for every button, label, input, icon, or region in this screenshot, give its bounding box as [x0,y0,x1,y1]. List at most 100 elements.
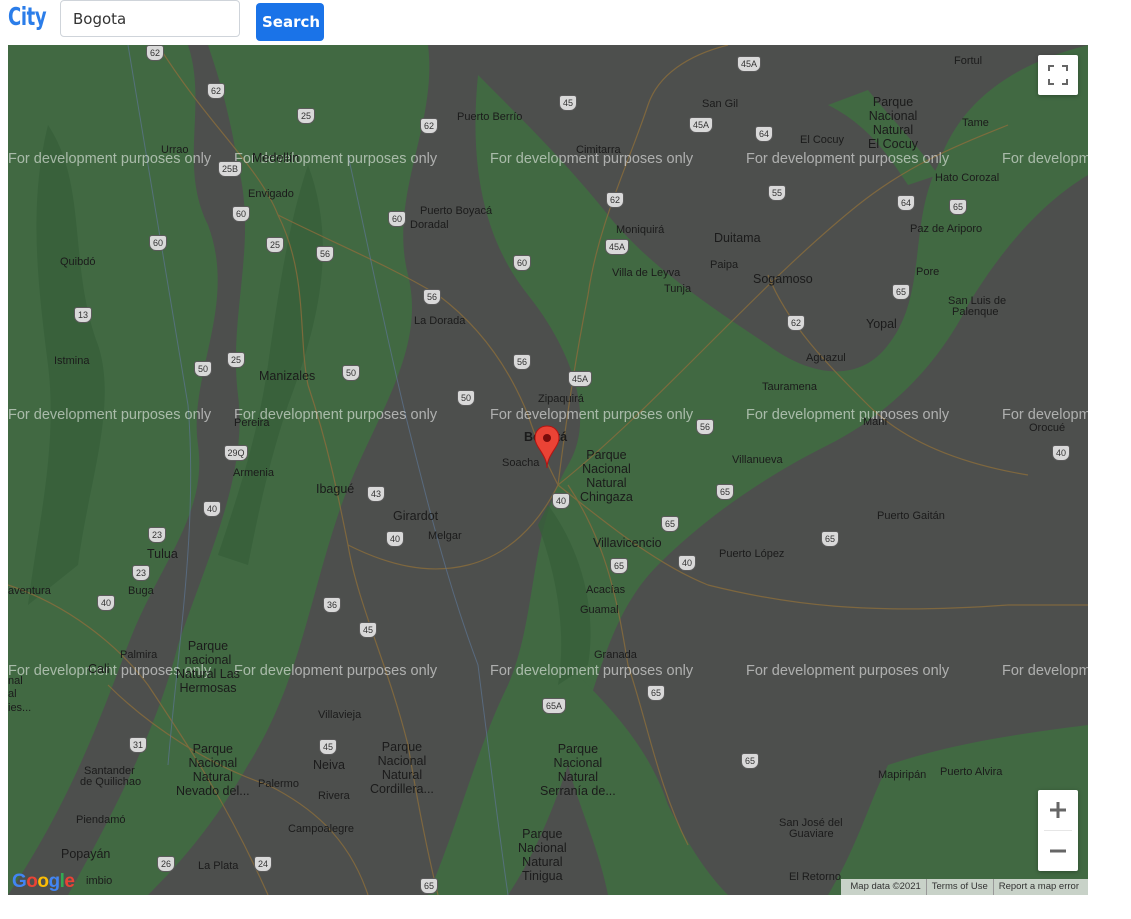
watermark: For development purposes only [1002,151,1088,167]
place-label: Ibagué [316,482,355,496]
place-label: ies... [8,702,32,714]
highway-shield: 62 [420,118,438,134]
highway-shield: 40 [203,501,221,517]
highway-shield: 62 [146,45,164,61]
place-label: Girardot [393,509,439,523]
place-label: Yopal [866,317,897,331]
highway-shield: 25 [297,108,315,124]
highway-shield: 50 [194,361,212,377]
highway-shield: 45 [559,95,577,111]
highway-shield: 65 [610,558,628,574]
highway-shield: 25 [227,352,245,368]
highway-shield: 60 [232,206,250,222]
highway-shield: 62 [606,192,624,208]
place-label: Piendamó [76,814,126,826]
zoom-in-button[interactable] [1038,790,1078,830]
place-label: Cali [88,662,110,676]
highway-shield: 65 [647,685,665,701]
highway-shield: 45A [605,239,629,255]
place-label: La Plata [198,860,239,872]
place-label: Zipaquirá [538,393,584,405]
highway-shield: 65 [716,484,734,500]
place-label: Buga [128,585,154,597]
highway-shield: 65 [892,284,910,300]
place-label: Moniquirá [616,224,665,236]
highway-shield: 65 [420,878,438,894]
place-label: El Retorno [789,871,841,883]
park-label: Parque nacional Natural Las Hermosas [176,639,240,695]
highway-shield: 45 [319,739,337,755]
report-error-link[interactable]: Report a map error [994,879,1084,895]
place-label: Manizales [259,369,316,383]
map-viewport[interactable]: For development purposes only For develo… [8,45,1088,895]
place-label: Acacías [586,584,626,596]
place-label: San Gil [702,98,739,110]
place-label: Cimitarra [576,144,621,156]
place-label: Envigado [248,188,294,200]
watermark: For development purposes only [746,663,950,679]
highway-shield: 65 [661,516,679,532]
highway-shield: 50 [457,390,475,406]
highway-shield: 24 [254,856,272,872]
watermark: For development purposes only [746,151,950,167]
highway-shield: 13 [74,307,92,323]
place-label: Puerto Berrío [457,111,523,123]
fullscreen-button[interactable] [1038,55,1078,95]
highway-shield: 56 [513,354,531,370]
place-label: Istmina [54,355,90,367]
place-label: Doradal [410,219,449,231]
place-label: Villavicencio [593,536,662,550]
place-label: Pereira [234,417,270,429]
place-label: Orocué [1029,422,1066,434]
highway-shield: 60 [513,255,531,271]
place-label: Mapiripán [878,769,927,781]
highway-shield: 26 [157,856,175,872]
highway-shield: 56 [316,246,334,262]
place-label: Paipa [710,259,739,271]
place-label: Paz de Ariporo [910,223,983,235]
search-bar: City Search [0,0,1131,44]
terms-link[interactable]: Terms of Use [927,879,994,895]
city-label: City [8,2,47,31]
place-label: Villavieja [318,709,362,721]
location-marker-icon[interactable] [534,425,560,469]
watermark: For development purposes only [490,407,694,423]
place-label: Aguazul [806,352,846,364]
highway-shield: 56 [696,419,714,435]
highway-shield: 45A [689,117,713,133]
highway-shield: 45 [359,622,377,638]
highway-shield: 60 [149,235,167,251]
watermark: For development purposes only [1002,663,1088,679]
plus-icon [1050,802,1066,818]
place-label: Sogamoso [753,272,813,286]
place-label: Popayán [61,847,111,861]
place-label: aventura [8,585,51,597]
park-label: Parque Nacional Natural Chingaza [580,448,633,504]
place-label: El Cocuy [800,134,845,146]
highway-shield: 64 [755,126,773,142]
watermark: For development purposes only [1002,407,1088,423]
highway-shield: 36 [323,597,341,613]
zoom-out-button[interactable] [1038,831,1078,871]
search-button[interactable]: Search [256,3,324,41]
highway-shield: 60 [388,211,406,227]
highway-shield: 56 [423,289,441,305]
highway-shield: 25B [218,161,242,177]
place-label: Neiva [313,758,345,772]
place-label: Granada [594,649,637,661]
place-label: Puerto Boyacá [420,205,493,217]
highway-shield: 65 [949,199,967,215]
city-input[interactable] [60,0,240,37]
watermark: For development purposes only [8,407,212,423]
minus-icon [1050,849,1066,853]
place-label: Rivera [318,790,350,802]
map-data-text: Map data ©2021 [845,879,927,895]
place-label: Tunja [664,283,692,295]
place-label: Villanueva [732,454,783,466]
highway-shield: 64 [897,195,915,211]
place-label: La Dorada [414,315,466,327]
fullscreen-icon [1048,65,1068,85]
watermark: For development purposes only [234,663,438,679]
place-label: Armenia [233,467,274,479]
place-label: Villa de Leyva [612,267,681,279]
